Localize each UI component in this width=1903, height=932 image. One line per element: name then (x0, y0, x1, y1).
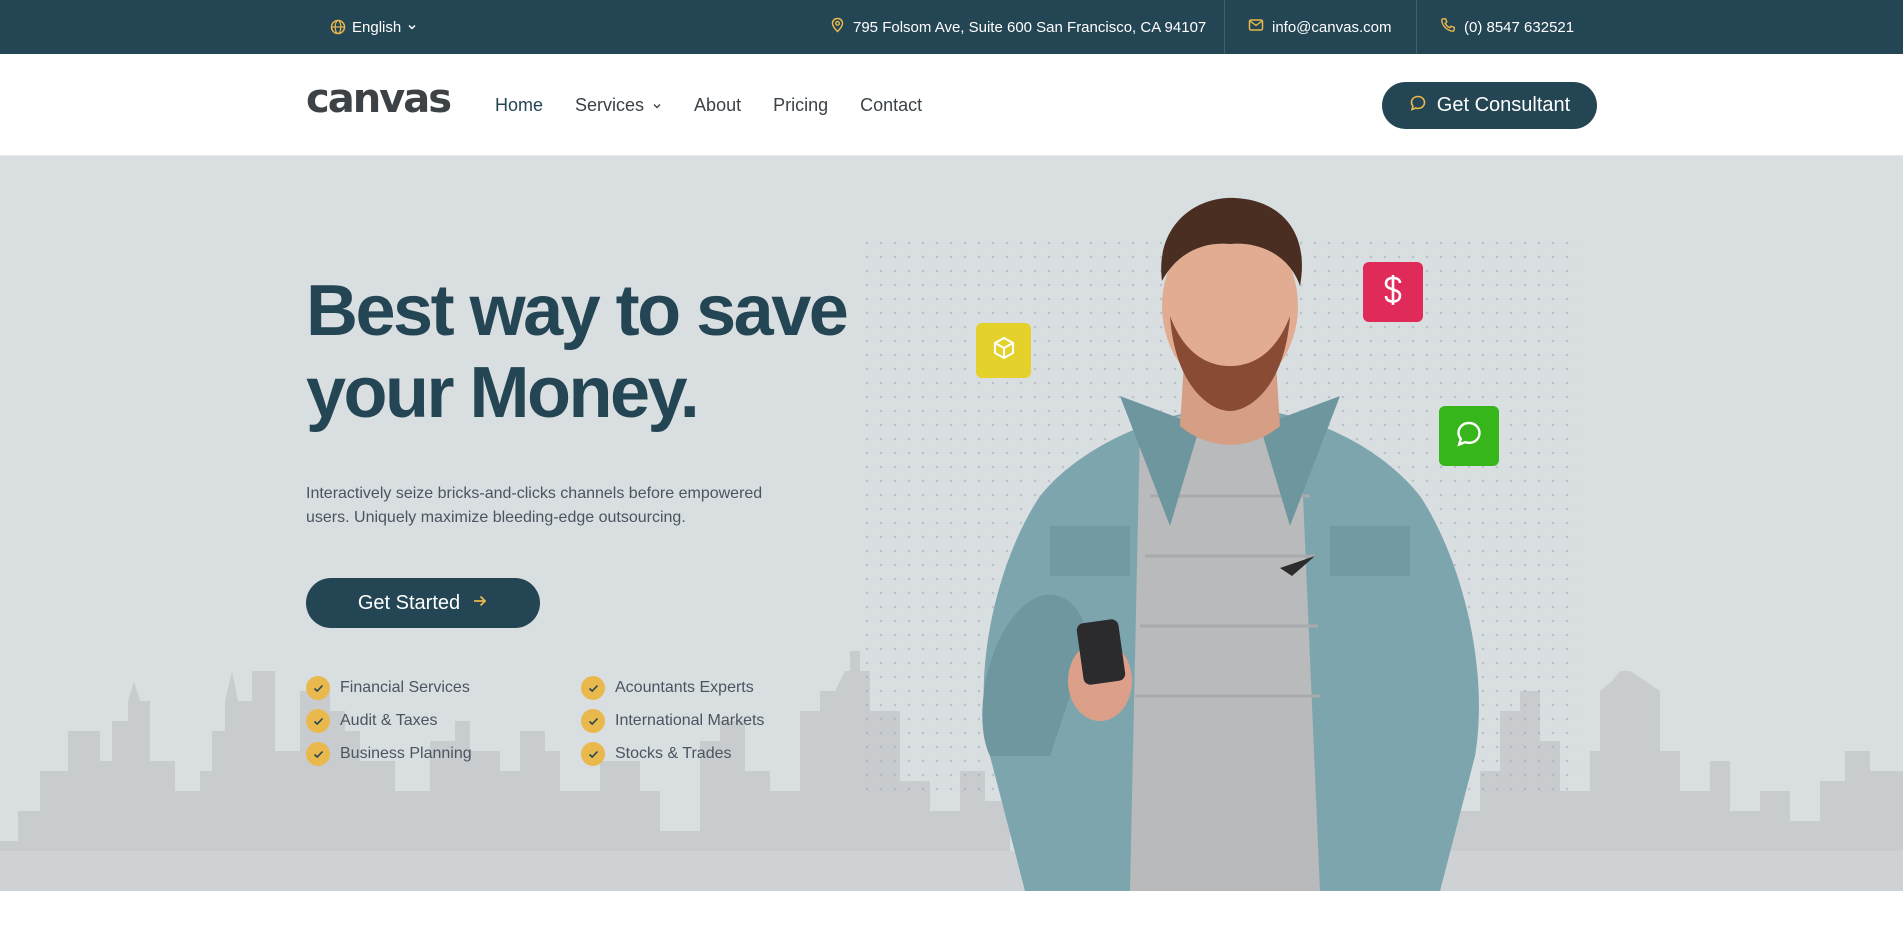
list-item: Stocks & Trades (581, 742, 826, 766)
headline-line: your Money. (306, 353, 700, 433)
get-consultant-button[interactable]: Get Consultant (1382, 82, 1597, 129)
button-label: Get Started (357, 591, 461, 614)
list-item: Business Planning (306, 742, 581, 766)
box-badge (976, 323, 1031, 378)
hero-headline: Best way to save your Money. (306, 270, 849, 434)
list-item: International Markets (581, 709, 826, 733)
nav-item-label: Home (495, 94, 544, 115)
feature-label: Business Planning (340, 745, 472, 762)
feature-label: International Markets (615, 712, 765, 729)
check-icon (581, 709, 605, 733)
check-icon (581, 742, 605, 766)
nav-item-pricing[interactable]: Pricing (773, 95, 828, 116)
feature-label: Stocks & Trades (615, 745, 732, 762)
hero-description: Interactively seize bricks-and-clicks ch… (306, 485, 763, 526)
globe-icon (330, 19, 346, 35)
chat-bubble-icon (1409, 94, 1427, 118)
check-icon (306, 742, 330, 766)
nav-item-label: About (694, 94, 742, 115)
get-started-button[interactable]: Get Started (306, 578, 540, 628)
chevron-down-icon (652, 95, 662, 116)
feature-label: Acountants Experts (615, 679, 754, 696)
chat-bubble-icon (1454, 419, 1484, 454)
list-item: Acountants Experts (581, 676, 826, 700)
nav-item-contact[interactable]: Contact (860, 95, 922, 116)
divider (1416, 0, 1417, 54)
phone-link[interactable]: (0) 8547 632521 (1464, 19, 1574, 36)
hero-person-image (982, 197, 1479, 891)
main-navigation: canvas Home Services About Pricing Conta… (0, 54, 1903, 156)
dollar-badge (1363, 262, 1423, 322)
nav-item-label: Pricing (773, 94, 829, 115)
nav-item-services[interactable]: Services (575, 95, 662, 116)
chevron-down-icon (407, 22, 417, 32)
arrow-right-icon (472, 592, 488, 615)
cta-label: Get Consultant (1436, 94, 1571, 116)
nav-item-label: Contact (860, 94, 923, 115)
list-item: Financial Services (306, 676, 581, 700)
chat-badge (1439, 406, 1499, 466)
feature-label: Financial Services (340, 679, 470, 696)
box-icon (991, 335, 1017, 366)
dollar-icon (1379, 273, 1407, 312)
check-icon (306, 676, 330, 700)
email-info[interactable]: info@canvas.com (1248, 0, 1391, 54)
address-info: 795 Folsom Ave, Suite 600 San Francisco,… (830, 0, 1206, 54)
phone-info[interactable]: (0) 8547 632521 (1440, 0, 1574, 54)
check-icon (581, 676, 605, 700)
address-text: 795 Folsom Ave, Suite 600 San Francisco,… (853, 18, 1207, 36)
email-link[interactable]: info@canvas.com (1272, 19, 1391, 36)
language-label: English (352, 18, 402, 36)
phone-icon (1440, 17, 1456, 37)
headline-line: Best way to save (306, 271, 849, 351)
nav-item-home[interactable]: Home (495, 95, 543, 116)
nav-item-label: Services (575, 94, 645, 115)
nav-menu: Home Services About Pricing Contact (495, 54, 954, 156)
top-bar: English 795 Folsom Ave, Suite 600 San Fr… (0, 0, 1903, 54)
feature-list: Financial Services Acountants Experts Au… (306, 676, 826, 766)
feature-label: Audit & Taxes (340, 712, 438, 729)
list-item: Audit & Taxes (306, 709, 581, 733)
logo[interactable]: canvas (306, 76, 452, 122)
mail-icon (1248, 18, 1264, 36)
divider (1224, 0, 1225, 54)
hero-section: Best way to save your Money. Interactive… (0, 156, 1903, 891)
language-selector[interactable]: English (330, 0, 417, 54)
nav-item-about[interactable]: About (694, 95, 741, 116)
check-icon (306, 709, 330, 733)
map-pin-icon (830, 17, 845, 37)
